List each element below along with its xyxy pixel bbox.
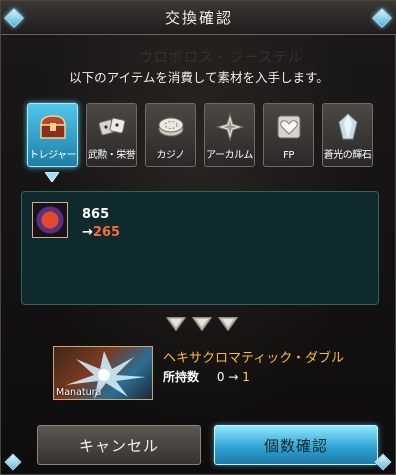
category-tabs: トレジャー 武勲・栄誉 カジノ アーカルム FP 蒼光の輝石 (27, 103, 377, 167)
dice-icon (95, 110, 129, 144)
chevron-down-icon (218, 317, 238, 331)
dialog-title: 交換確認 (164, 9, 233, 27)
tab-label: アーカルム (206, 150, 253, 161)
tab-crystal[interactable]: 蒼光の輝石 (322, 103, 373, 167)
tab-casino[interactable]: カジノ (145, 103, 196, 167)
owned-count-row: 所持数 0 → 1 (163, 368, 250, 385)
chevron-down-icon (166, 317, 186, 331)
result-thumb-label: Manatura (56, 387, 102, 398)
casino-chips-icon (154, 110, 188, 144)
arrow-text: → (82, 225, 93, 240)
exchange-confirm-dialog: 交換確認 ウロボロス・ジーステル 以下のアイテムを消費して素材を入手します。 ト… (0, 0, 396, 475)
consume-item-panel: 865 →265 (21, 191, 379, 305)
instruction-text: 以下のアイテムを消費して素材を入手します。 (69, 70, 329, 85)
tab-honors[interactable]: 武勲・栄誉 (86, 103, 137, 167)
chevron-down-icon (192, 317, 212, 331)
quantity-confirm-button[interactable]: 個数確認 (214, 425, 378, 465)
consume-item-image[interactable] (32, 202, 68, 238)
arcarum-star-icon (213, 110, 247, 144)
result-item-name: ヘキサクロマティック・ダブル (163, 351, 344, 366)
consume-item-after: →265 (82, 225, 120, 240)
tab-label: FP (283, 150, 294, 161)
treasure-chest-icon (36, 110, 70, 144)
corner-gem-icon (4, 453, 22, 471)
tab-fp[interactable]: FP (263, 103, 314, 167)
after-quantity: 265 (92, 225, 121, 240)
tab-label: カジノ (156, 150, 185, 161)
background-watermark: ウロボロス・ジーステル (138, 50, 304, 66)
tab-arcarum[interactable]: アーカルム (204, 103, 255, 167)
active-tab-pointer-icon (44, 167, 60, 183)
result-item-image[interactable]: Manatura (53, 346, 153, 400)
owned-label: 所持数 (163, 370, 200, 384)
consume-item-quantity: 865 (82, 207, 110, 222)
dialog-titlebar: 交換確認 (1, 1, 396, 35)
tab-label: 武勲・栄誉 (87, 150, 136, 161)
tab-label: トレジャー (29, 150, 77, 161)
owned-arrow: → (228, 370, 239, 384)
owned-before: 0 (216, 370, 225, 384)
tab-treasure[interactable]: トレジャー (27, 103, 78, 167)
down-chevrons (161, 317, 243, 333)
heart-icon (272, 110, 306, 144)
cancel-button[interactable]: キャンセル (37, 425, 201, 465)
owned-after: 1 (242, 370, 250, 384)
crystal-icon (331, 110, 365, 144)
tab-label: 蒼光の輝石 (323, 150, 372, 161)
